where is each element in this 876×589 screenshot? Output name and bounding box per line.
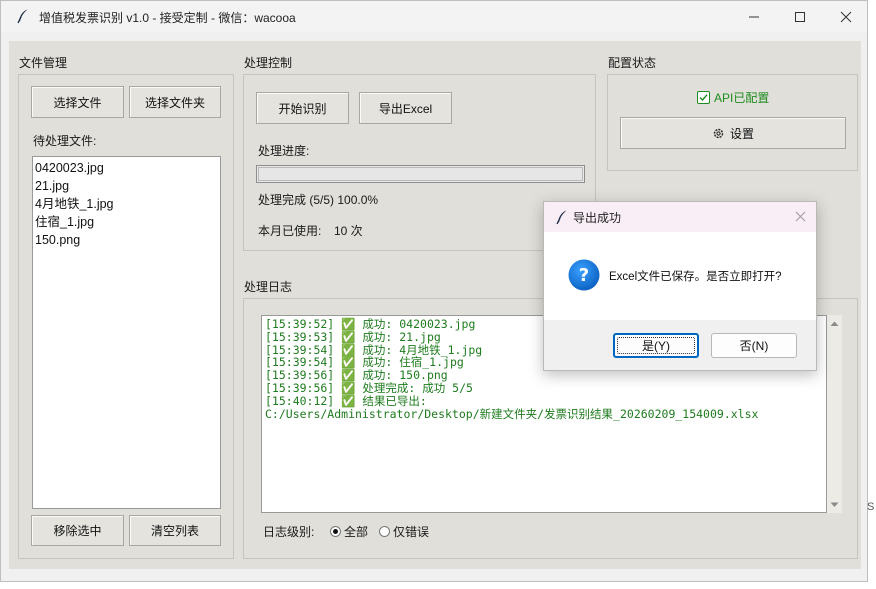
export-excel-button[interactable]: 导出Excel (359, 92, 452, 124)
log-line: [15:40:12] ✅ 结果已导出: (265, 393, 427, 408)
feather-icon (17, 9, 28, 24)
log-level-errors-radio[interactable] (379, 526, 390, 537)
remove-selected-button[interactable]: 移除选中 (31, 515, 124, 546)
scroll-up-icon[interactable] (827, 318, 842, 330)
question-icon: ? (568, 259, 600, 291)
progress-label: 处理进度: (258, 144, 310, 158)
minimize-icon (749, 16, 759, 17)
minimize-button[interactable] (731, 1, 777, 32)
close-icon[interactable] (795, 211, 806, 222)
settings-label: 设置 (729, 126, 754, 141)
svg-text:?: ? (579, 265, 589, 286)
select-folder-label: 选择文件夹 (144, 95, 205, 110)
no-button[interactable]: 否(N) (711, 333, 797, 358)
no-label: 否(N) (739, 339, 769, 353)
log-line: [15:39:56] ✅ 处理完成: 成功 5/5 (265, 380, 473, 395)
close-icon (840, 11, 852, 22)
file-list[interactable]: 0420023.jpg 21.jpg 4月地铁_1.jpg 住宿_1.jpg 1… (32, 156, 221, 509)
settings-button[interactable]: 设置 (620, 117, 846, 149)
close-button[interactable] (823, 1, 869, 32)
progress-bar (256, 165, 585, 183)
maximize-icon (795, 11, 805, 22)
scroll-down-icon[interactable] (827, 499, 842, 511)
progress-status-text: 处理完成 (5/5) 100.0% (258, 193, 379, 207)
processing-title: 处理控制 (244, 56, 293, 70)
select-file-button[interactable]: 选择文件 (31, 86, 124, 118)
maximize-button[interactable] (777, 1, 823, 32)
config-title: 配置状态 (608, 56, 657, 70)
pending-files-label: 待处理文件: (33, 134, 97, 148)
log-level-label: 日志级别: (263, 525, 315, 539)
title-bar: 增值税发票识别 v1.0 - 接受定制 - 微信：wacooa (1, 1, 867, 32)
checkbox-check-icon (697, 91, 710, 104)
log-level-all-radio[interactable] (330, 526, 341, 537)
dialog-title-bar: 导出成功 (544, 202, 816, 232)
window-title: 增值税发票识别 v1.0 - 接受定制 - 微信：wacooa (39, 11, 296, 25)
export-success-dialog: 导出成功 ? Excel文件已保存。是否立即打开? 是(Y) 否(N) (543, 201, 817, 371)
select-file-label: 选择文件 (53, 95, 102, 110)
dialog-message: Excel文件已保存。是否立即打开? (609, 271, 782, 283)
start-recognition-button[interactable]: 开始识别 (256, 92, 349, 124)
log-title: 处理日志 (244, 280, 293, 294)
api-status: API已配置 (697, 89, 769, 106)
start-recognition-label: 开始识别 (278, 101, 327, 116)
monthly-usage-value: 10 次 (334, 224, 363, 238)
monthly-usage-label: 本月已使用: (258, 224, 322, 238)
list-item[interactable]: 4月地铁_1.jpg (35, 195, 218, 213)
gear-icon (713, 128, 724, 138)
log-line: C:/Users/Administrator/Desktop/新建文件夹/发票识… (265, 406, 759, 421)
remove-selected-label: 移除选中 (53, 524, 102, 538)
log-level-all-label: 全部 (344, 525, 369, 539)
log-level-errors-label: 仅错误 (393, 525, 430, 539)
select-folder-button[interactable]: 选择文件夹 (129, 86, 221, 118)
api-status-text: API已配置 (714, 91, 770, 105)
clear-list-label: 清空列表 (150, 524, 199, 538)
yes-button[interactable]: 是(Y) (613, 333, 699, 358)
edge-glyph: S (867, 501, 875, 513)
feather-icon (556, 210, 567, 225)
clear-list-button[interactable]: 清空列表 (129, 515, 221, 546)
list-item[interactable]: 0420023.jpg (35, 159, 218, 177)
dialog-title: 导出成功 (573, 211, 622, 225)
file-manager-title: 文件管理 (19, 56, 68, 70)
log-scrollbar[interactable] (827, 315, 842, 513)
list-item[interactable]: 住宿_1.jpg (35, 213, 218, 231)
list-item[interactable]: 150.png (35, 231, 218, 249)
export-excel-label: 导出Excel (378, 101, 433, 116)
list-item[interactable]: 21.jpg (35, 177, 218, 195)
progress-fill (258, 167, 583, 181)
